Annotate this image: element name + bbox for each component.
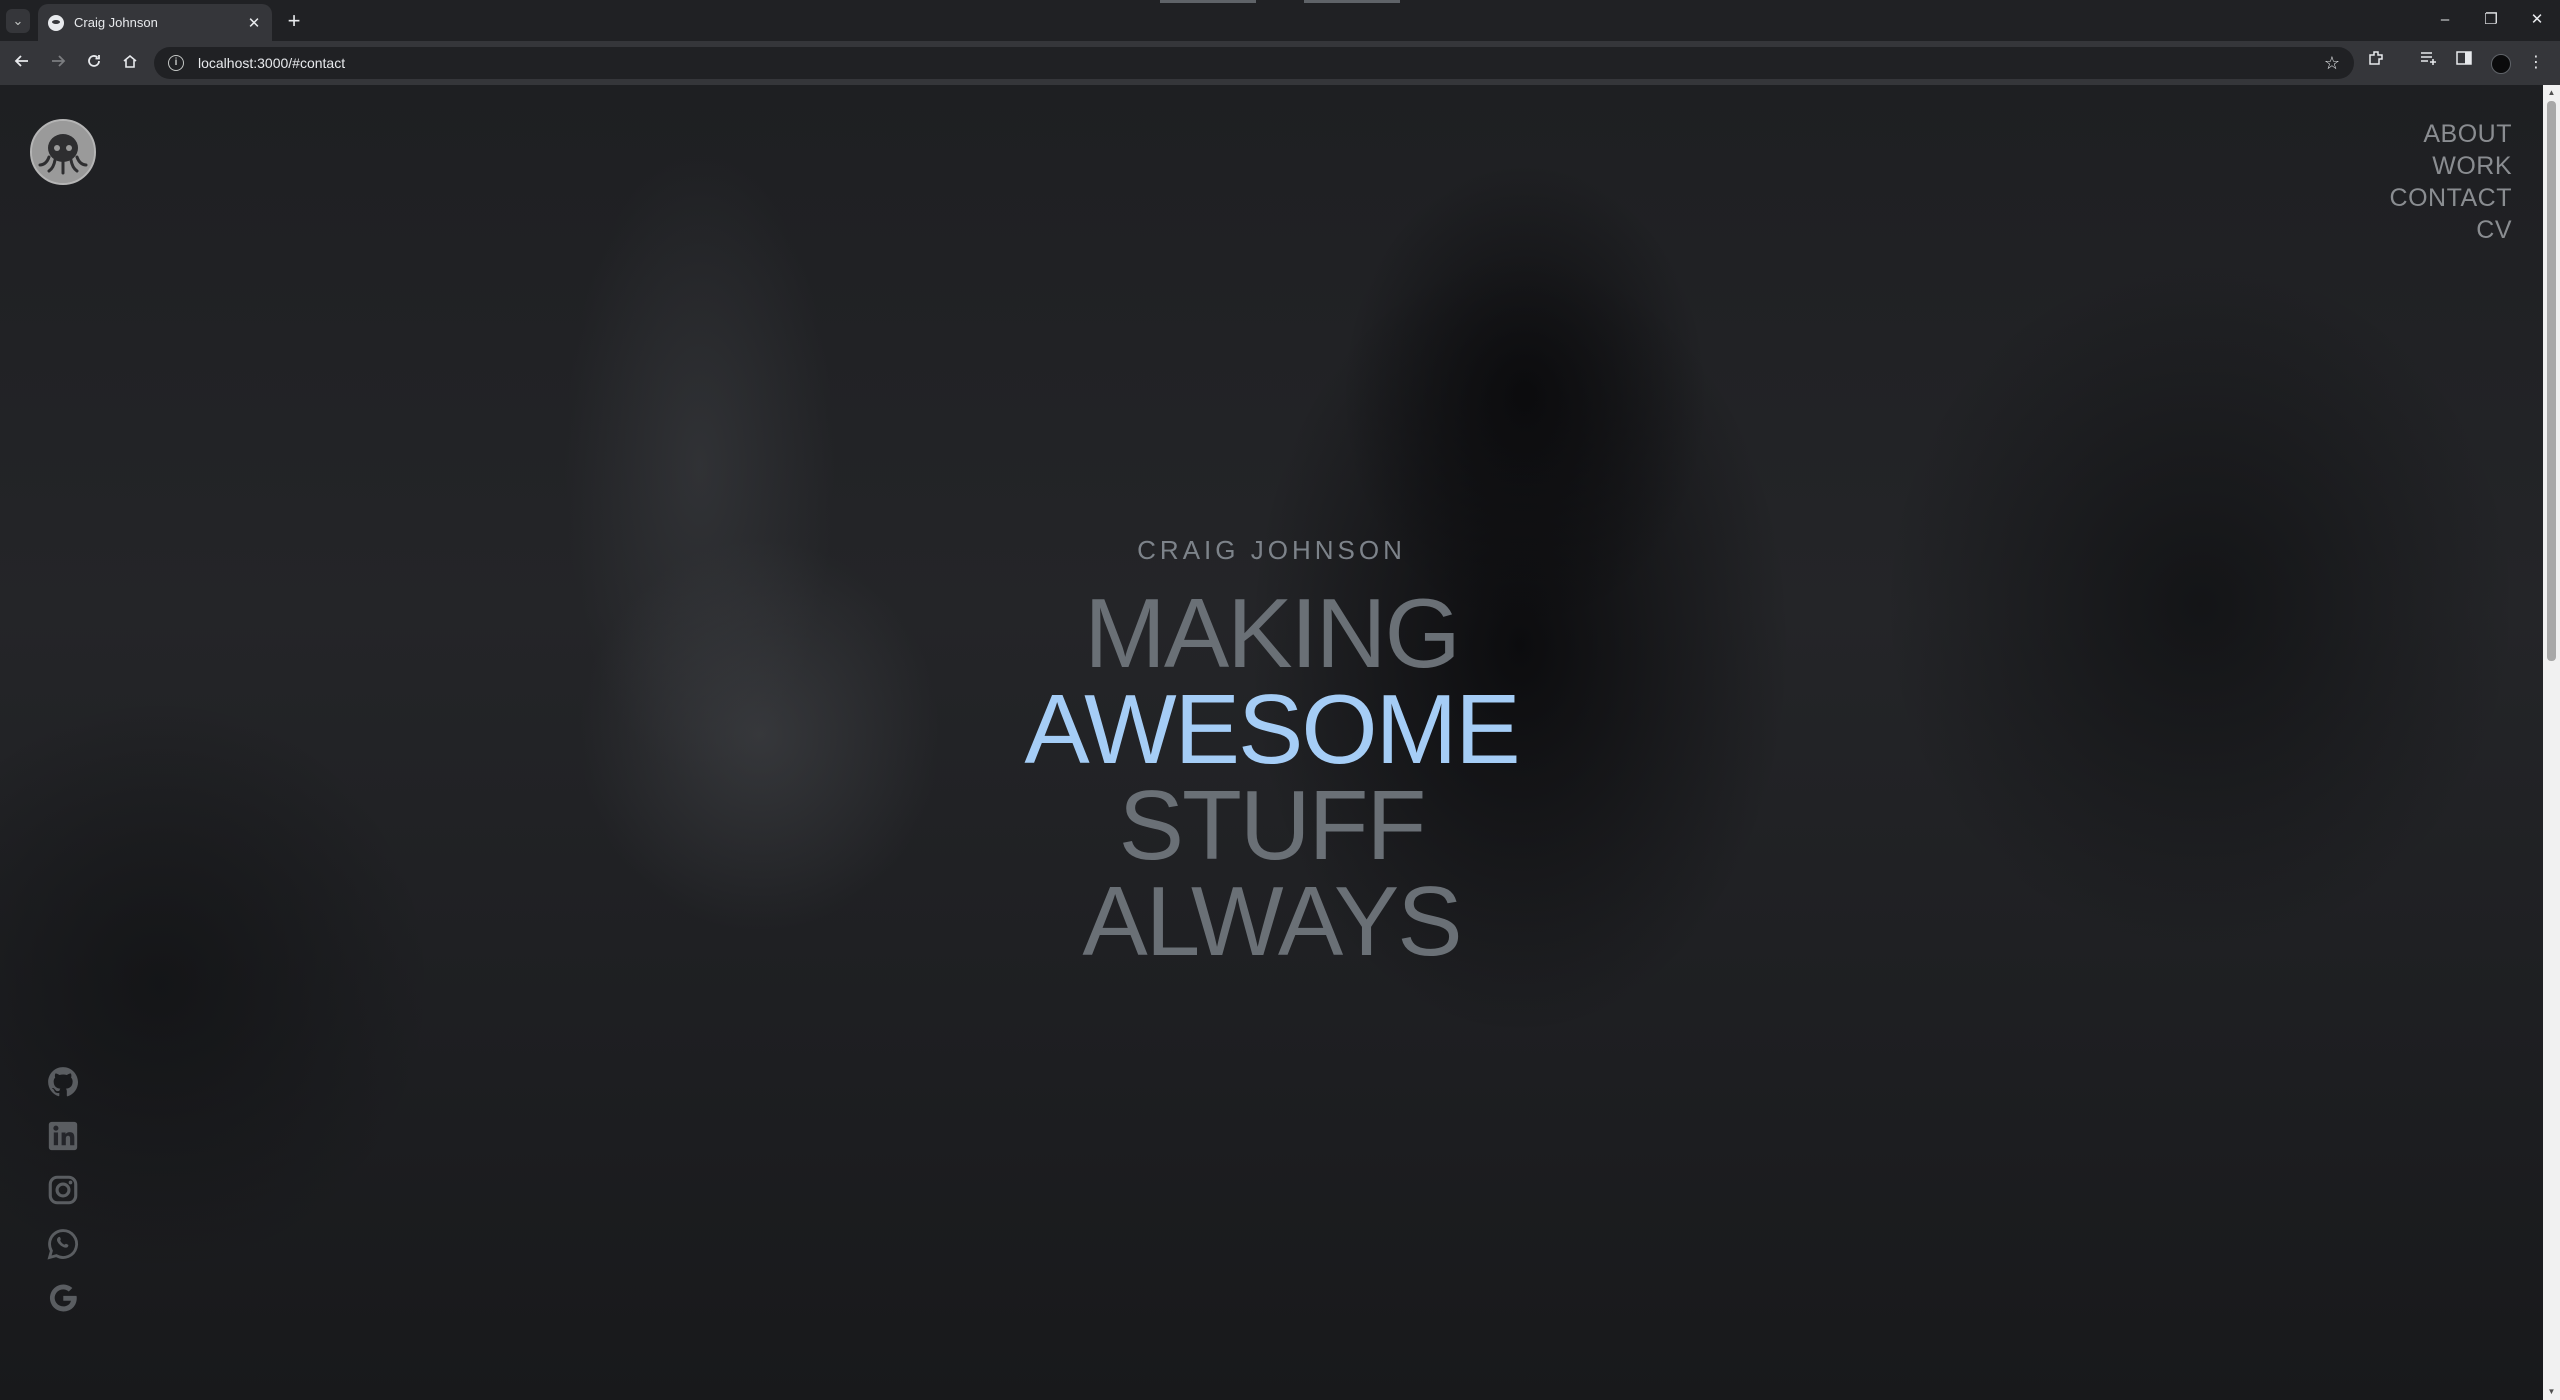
hero-line-making: MAKING bbox=[1084, 578, 1461, 688]
tab-title: Craig Johnson bbox=[74, 15, 158, 30]
browser-tab[interactable]: Craig Johnson ✕ bbox=[38, 4, 272, 41]
tab-search-button[interactable]: ⌄ bbox=[6, 9, 30, 33]
hero-name: CRAIG JOHNSON bbox=[1137, 535, 1406, 565]
home-icon bbox=[123, 54, 137, 68]
hero-line-always: ALWAYS bbox=[1082, 866, 1462, 976]
minimize-button[interactable]: – bbox=[2422, 6, 2468, 34]
new-tab-button[interactable]: + bbox=[280, 7, 308, 35]
back-button[interactable] bbox=[6, 47, 38, 79]
scroll-up-icon[interactable]: ▲ bbox=[2543, 85, 2560, 101]
browser-titlebar: ⌄ Craig Johnson ✕ + – ❐ ✕ bbox=[0, 0, 2560, 41]
page-viewport: ABOUT WORK CONTACT CV CRAIG JOHNSON MAKI… bbox=[0, 85, 2560, 1400]
address-bar[interactable]: i localhost:3000/#contact ☆ bbox=[154, 47, 2354, 79]
side-panel-icon[interactable] bbox=[2448, 47, 2480, 79]
hero-tagline: MAKING AWESOME STUFF ALWAYS bbox=[0, 578, 2543, 976]
extensions-icon[interactable] bbox=[2360, 47, 2392, 79]
main-nav: ABOUT WORK CONTACT CV bbox=[2390, 118, 2512, 246]
forward-button[interactable] bbox=[42, 47, 74, 79]
bookmark-star-icon[interactable]: ☆ bbox=[2324, 53, 2340, 74]
profile-avatar[interactable] bbox=[2491, 54, 2511, 74]
nav-work[interactable]: WORK bbox=[2390, 150, 2512, 182]
window-drag-strip bbox=[1160, 0, 1256, 3]
scroll-down-icon[interactable]: ▼ bbox=[2543, 1384, 2560, 1400]
linkedin-link[interactable] bbox=[46, 1119, 80, 1153]
scrollbar-thumb[interactable] bbox=[2547, 101, 2556, 661]
home-button[interactable] bbox=[114, 47, 146, 79]
instagram-link[interactable] bbox=[46, 1173, 80, 1207]
site-info-icon[interactable]: i bbox=[168, 55, 184, 71]
arrow-right-icon bbox=[52, 55, 66, 67]
restore-button[interactable]: ❐ bbox=[2468, 6, 2514, 34]
reading-list-icon[interactable] bbox=[2412, 47, 2444, 79]
arrow-left-icon bbox=[14, 55, 28, 67]
reload-button[interactable] bbox=[78, 47, 110, 79]
google-link[interactable] bbox=[46, 1281, 80, 1315]
nav-contact[interactable]: CONTACT bbox=[2390, 182, 2512, 214]
window-drag-strip bbox=[1304, 0, 1400, 3]
nav-cv[interactable]: CV bbox=[2390, 214, 2512, 246]
google-icon bbox=[49, 1284, 77, 1312]
instagram-icon bbox=[48, 1175, 78, 1205]
whatsapp-link[interactable] bbox=[46, 1227, 80, 1261]
nav-about[interactable]: ABOUT bbox=[2390, 118, 2512, 150]
whatsapp-icon bbox=[47, 1229, 78, 1260]
favicon-icon bbox=[48, 14, 64, 31]
hero-line-stuff: STUFF bbox=[1118, 770, 1427, 880]
github-icon bbox=[48, 1067, 79, 1097]
hero-section: CRAIG JOHNSON MAKING AWESOME STUFF ALWAY… bbox=[0, 535, 2543, 976]
octopus-logo-icon bbox=[32, 121, 94, 183]
page-scrollbar[interactable]: ▲ ▼ bbox=[2543, 85, 2560, 1400]
linkedin-icon bbox=[48, 1121, 78, 1151]
github-link[interactable] bbox=[46, 1065, 80, 1099]
reload-icon bbox=[88, 55, 100, 67]
site-logo[interactable] bbox=[30, 119, 96, 185]
close-tab-button[interactable]: ✕ bbox=[246, 14, 262, 32]
close-window-button[interactable]: ✕ bbox=[2514, 6, 2560, 34]
menu-kebab-icon[interactable]: ⋮ bbox=[2520, 47, 2552, 79]
hero-line-awesome: AWESOME bbox=[1024, 674, 1520, 784]
social-links bbox=[46, 1065, 80, 1335]
url-text[interactable]: localhost:3000/#contact bbox=[198, 55, 2324, 71]
browser-toolbar: i localhost:3000/#contact ☆ ⋮ bbox=[0, 41, 2560, 85]
